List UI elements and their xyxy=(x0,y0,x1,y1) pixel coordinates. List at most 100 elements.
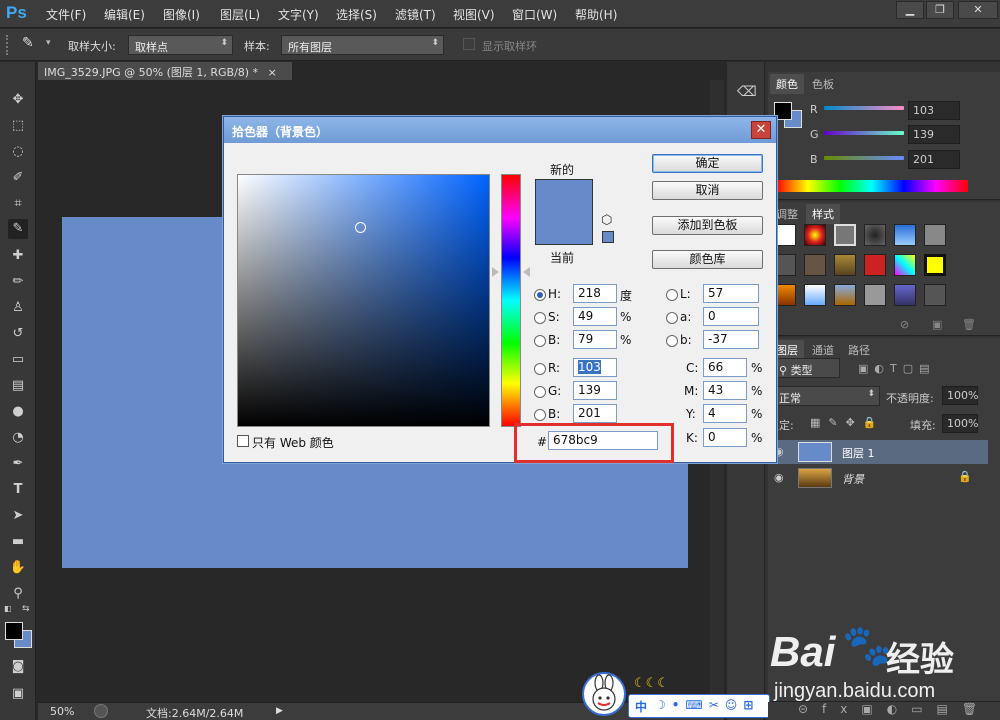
status-arrow-icon[interactable]: ▶ xyxy=(276,706,283,716)
lab-l-radio[interactable] xyxy=(666,289,678,301)
status-menu-icon[interactable] xyxy=(94,704,108,718)
show-ring-checkbox[interactable] xyxy=(463,38,475,50)
color-spectrum-ramp[interactable] xyxy=(776,180,968,192)
saturation-radio[interactable] xyxy=(534,312,546,324)
b-slider[interactable] xyxy=(824,156,904,160)
pen-tool-icon[interactable]: ✒ xyxy=(8,454,28,474)
b-value[interactable]: 201 xyxy=(908,150,960,169)
layer-filter-select[interactable]: ⚲ 类型 xyxy=(772,358,840,378)
lab-a-input[interactable]: 0 xyxy=(703,307,759,326)
eyedropper-tool-icon[interactable]: ✎ xyxy=(8,219,28,239)
g-slider[interactable] xyxy=(824,131,904,135)
layer-name[interactable]: 背景 xyxy=(842,471,864,487)
swap-colors-icon[interactable]: ⇆ xyxy=(22,604,30,614)
type-tool-icon[interactable]: T xyxy=(8,480,28,500)
style-swatch[interactable] xyxy=(924,254,946,276)
r-slider[interactable] xyxy=(824,106,904,110)
hue-radio[interactable] xyxy=(534,289,546,301)
menu-window[interactable]: 窗口(W) xyxy=(512,6,557,23)
opacity-value[interactable]: 100% xyxy=(942,386,978,405)
crop-tool-icon[interactable]: ⌗ xyxy=(8,194,28,214)
clear-style-icon[interactable]: ⊘ xyxy=(900,318,909,331)
default-colors-icon[interactable]: ◧ xyxy=(4,604,12,613)
style-swatch[interactable] xyxy=(894,224,916,246)
layers-footer-icons[interactable]: ⊝fx▣◐▭▤🗑 xyxy=(768,702,1000,720)
layer-name[interactable]: 图层 1 xyxy=(842,445,875,461)
history-panel-icon[interactable]: ⌫ xyxy=(737,84,757,100)
r-value[interactable]: 103 xyxy=(908,101,960,120)
close-window-button[interactable]: ✕ xyxy=(958,1,998,19)
tab-color[interactable]: 颜色 xyxy=(770,74,804,94)
gradient-tool-icon[interactable]: ▤ xyxy=(8,376,28,396)
gamut-cube-icon[interactable]: ⬡ xyxy=(601,213,612,228)
layer-filter-icons[interactable]: ▣◐T▢▤ xyxy=(858,362,936,375)
menu-filter[interactable]: 滤镜(T) xyxy=(395,6,436,23)
menu-help[interactable]: 帮助(H) xyxy=(575,6,617,23)
saturation-brightness-field[interactable] xyxy=(237,174,490,427)
ime-mode-label[interactable]: 中 xyxy=(635,698,647,715)
menu-type[interactable]: 文字(Y) xyxy=(278,6,319,23)
style-swatch[interactable] xyxy=(894,284,916,306)
lock-icons[interactable]: ▦✎✥🔒 xyxy=(810,416,885,429)
lasso-tool-icon[interactable]: ◌ xyxy=(8,142,28,162)
saturation-input[interactable]: 49 xyxy=(573,307,617,326)
hex-input[interactable]: 678bc9 xyxy=(548,431,658,450)
blue-radio[interactable] xyxy=(534,409,546,421)
style-swatch[interactable] xyxy=(894,254,916,276)
menu-view[interactable]: 视图(V) xyxy=(453,6,495,23)
dialog-close-button[interactable]: ✕ xyxy=(751,121,771,139)
brightness-radio[interactable] xyxy=(534,335,546,347)
brush-tool-icon[interactable]: ✏ xyxy=(8,272,28,292)
style-swatch[interactable] xyxy=(834,254,856,276)
eye-icon[interactable]: ◉ xyxy=(774,471,784,484)
style-swatch[interactable] xyxy=(864,224,886,246)
color-picker-marker[interactable] xyxy=(355,222,366,233)
rectangle-tool-icon[interactable]: ▬ xyxy=(8,532,28,552)
hue-slider[interactable] xyxy=(501,174,521,427)
menu-image[interactable]: 图像(I) xyxy=(163,6,200,23)
ok-button[interactable]: 确定 xyxy=(652,154,763,173)
blue-input[interactable]: 201 xyxy=(573,404,617,423)
foreground-color-swatch[interactable] xyxy=(5,622,23,640)
web-safe-swatch[interactable] xyxy=(602,231,614,243)
style-swatch[interactable] xyxy=(864,284,886,306)
fill-value[interactable]: 100% xyxy=(942,414,978,433)
green-radio[interactable] xyxy=(534,386,546,398)
green-input[interactable]: 139 xyxy=(573,381,617,400)
quick-mask-icon[interactable]: ◙ xyxy=(8,657,28,677)
black-input[interactable]: 0 xyxy=(703,428,747,447)
tab-styles[interactable]: 样式 xyxy=(806,204,840,224)
cyan-input[interactable]: 66 xyxy=(703,358,747,377)
zoom-level[interactable]: 50% xyxy=(50,705,74,718)
red-radio[interactable] xyxy=(534,363,546,375)
style-swatch[interactable] xyxy=(864,254,886,276)
sample-select[interactable]: 所有图层 ⬍ xyxy=(281,35,444,55)
clone-stamp-tool-icon[interactable]: ♙ xyxy=(8,298,28,318)
magenta-input[interactable]: 43 xyxy=(703,381,747,400)
marquee-tool-icon[interactable]: ⬚ xyxy=(8,116,28,136)
history-brush-tool-icon[interactable]: ↺ xyxy=(8,324,28,344)
sample-size-select[interactable]: 取样点 ⬍ xyxy=(128,35,233,55)
zoom-tool-icon[interactable]: ⚲ xyxy=(8,584,28,604)
ime-tool-icons[interactable]: ☽•⌨✂☺⊞ xyxy=(655,698,759,712)
close-tab-icon[interactable]: × xyxy=(268,66,277,79)
style-swatch[interactable] xyxy=(804,224,826,246)
style-swatch[interactable] xyxy=(804,254,826,276)
tool-preset-chevron-icon[interactable]: ▾ xyxy=(46,38,51,48)
hue-input[interactable]: 218 xyxy=(573,284,617,303)
eraser-tool-icon[interactable]: ▭ xyxy=(8,350,28,370)
style-swatch[interactable] xyxy=(834,284,856,306)
screen-mode-icon[interactable]: ▣ xyxy=(8,684,28,704)
style-swatch[interactable] xyxy=(924,284,946,306)
style-swatch[interactable] xyxy=(804,284,826,306)
eyedropper-icon[interactable]: ✎ xyxy=(22,35,42,55)
blur-tool-icon[interactable]: ● xyxy=(8,402,28,422)
move-tool-icon[interactable]: ✥ xyxy=(8,90,28,110)
layer-row-layer1[interactable]: ◉ 图层 1 xyxy=(768,440,988,464)
lab-l-input[interactable]: 57 xyxy=(703,284,759,303)
style-swatch[interactable] xyxy=(774,254,796,276)
style-swatch[interactable] xyxy=(924,224,946,246)
layer-row-background[interactable]: ◉ 背景 🔒 xyxy=(768,466,988,490)
yellow-input[interactable]: 4 xyxy=(703,404,747,423)
menu-select[interactable]: 选择(S) xyxy=(336,6,377,23)
